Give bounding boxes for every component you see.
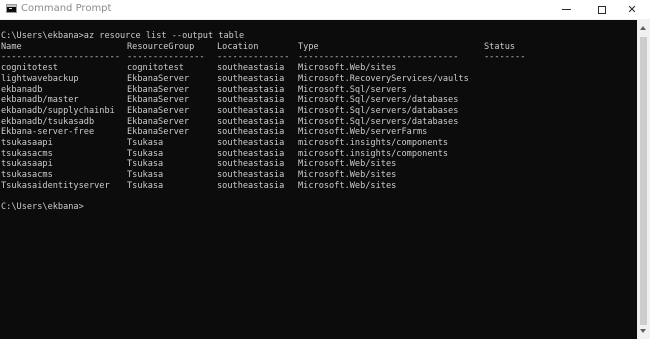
- row-type: microsoft.insights/components: [298, 148, 449, 159]
- console-output[interactable]: C:\Users\ekbana>az resource list --outpu…: [0, 20, 637, 339]
- table-header: Name ResourceGroup Location Type Status: [1, 41, 515, 53]
- table-row: ekbanadb/tsukasadb EkbanaServer southeas…: [1, 117, 458, 128]
- row-resource-group: EkbanaServer: [127, 73, 190, 84]
- row-resource-group: Tsukasa: [127, 159, 164, 170]
- row-resource-group: EkbanaServer: [127, 105, 190, 116]
- header-name: Name: [1, 41, 22, 52]
- header-type: Type: [298, 41, 319, 52]
- row-type: Microsoft.RecoveryServices/vaults: [298, 73, 469, 84]
- close-icon: ✕: [627, 3, 637, 16]
- table-row: Tsukasaidentityserver Tsukasa southeasta…: [1, 181, 396, 192]
- title-bar: Command Prompt ✕: [0, 0, 650, 20]
- maximize-icon: [598, 5, 606, 14]
- vertical-scrollbar[interactable]: [637, 20, 650, 339]
- table-row: tsukasacms Tsukasa southeastasia microso…: [1, 149, 448, 160]
- row-location: southeastasia: [217, 84, 285, 95]
- table-row: lightwavebackup EkbanaServer southeastas…: [1, 74, 469, 85]
- table-row: tsukasacms Tsukasa southeastasia Microso…: [1, 170, 396, 181]
- row-resource-group: EkbanaServer: [127, 127, 190, 138]
- row-name: lightwavebackup: [1, 73, 79, 84]
- row-resource-group: Tsukasa: [127, 170, 164, 181]
- row-name: tsukasacms: [1, 148, 53, 159]
- command-prompt[interactable]: C:\Users\ekbana>: [1, 202, 84, 213]
- row-location: southeastasia: [217, 116, 285, 127]
- row-resource-group: EkbanaServer: [127, 84, 190, 95]
- separator-name: -----------------------: [1, 52, 120, 63]
- scroll-up-icon[interactable]: [640, 26, 646, 30]
- row-location: southeastasia: [217, 95, 285, 106]
- table-row: cognitotest cognitotest southeastasia Mi…: [1, 63, 396, 74]
- row-location: southeastasia: [217, 159, 285, 170]
- row-type: Microsoft.Web/sites: [298, 63, 397, 74]
- header-status: Status: [484, 41, 516, 52]
- row-location: southeastasia: [217, 170, 285, 181]
- table-row: ekbanadb/supplychainbi EkbanaServer sout…: [1, 106, 458, 117]
- row-name: tsukasaapi: [1, 159, 53, 170]
- row-type: Microsoft.Web/sites: [298, 170, 397, 181]
- minimize-icon: [561, 9, 571, 10]
- row-location: southeastasia: [217, 73, 285, 84]
- cmd-icon: [6, 4, 17, 13]
- table-row: tsukasaapi Tsukasa southeastasia microso…: [1, 138, 448, 149]
- row-type: Microsoft.Web/serverFarms: [298, 127, 428, 138]
- row-type: Microsoft.Web/sites: [298, 159, 397, 170]
- separator-type: -------------------------------: [298, 52, 459, 63]
- row-name: cognitotest: [1, 63, 58, 74]
- row-location: southeastasia: [217, 127, 285, 138]
- row-name: tsukasacms: [1, 170, 53, 181]
- row-name: ekbanadb: [1, 84, 43, 95]
- separator-status: --------: [484, 52, 526, 63]
- row-location: southeastasia: [217, 63, 285, 74]
- row-resource-group: Tsukasa: [127, 148, 164, 159]
- row-name: Tsukasaidentityserver: [1, 180, 110, 191]
- row-name: ekbanadb/master: [1, 95, 79, 106]
- row-type: Microsoft.Sql/servers/databases: [298, 105, 459, 116]
- row-name: ekbanadb/supplychainbi: [1, 105, 115, 116]
- row-name: tsukasaapi: [1, 138, 53, 148]
- table-separator: ----------------------- --------------- …: [1, 52, 525, 63]
- header-resource-group: ResourceGroup: [127, 41, 195, 52]
- row-resource-group: cognitotest: [127, 63, 184, 74]
- row-type: Microsoft.Web/sites: [298, 180, 397, 191]
- table-row: tsukasaapi Tsukasa southeastasia Microso…: [1, 159, 396, 170]
- row-resource-group: EkbanaServer: [127, 95, 190, 106]
- row-location: southeastasia: [217, 148, 285, 159]
- row-type: microsoft.insights/components: [298, 138, 449, 148]
- separator-resource-group: ---------------: [127, 52, 205, 63]
- header-location: Location: [217, 41, 259, 52]
- row-location: southeastasia: [217, 138, 285, 148]
- scrollbar-thumb[interactable]: [640, 37, 647, 325]
- row-type: Microsoft.Sql/servers: [298, 84, 407, 95]
- close-button[interactable]: ✕: [614, 0, 650, 19]
- table-row: Ekbana-server-free EkbanaServer southeas…: [1, 127, 427, 138]
- row-type: Microsoft.Sql/servers/databases: [298, 116, 459, 127]
- row-type: Microsoft.Sql/servers/databases: [298, 95, 459, 106]
- row-resource-group: EkbanaServer: [127, 116, 190, 127]
- row-location: southeastasia: [217, 105, 285, 116]
- command-line: C:\Users\ekbana>az resource list --outpu…: [1, 31, 245, 41]
- scroll-down-icon[interactable]: [640, 329, 646, 333]
- row-resource-group: Tsukasa: [127, 180, 164, 191]
- minimize-button[interactable]: [548, 0, 584, 19]
- row-resource-group: Tsukasa: [127, 138, 164, 148]
- row-location: southeastasia: [217, 180, 285, 191]
- row-name: Ekbana-server-free: [1, 127, 95, 138]
- table-row: ekbanadb/master EkbanaServer southeastas…: [1, 95, 458, 106]
- row-name: ekbanadb/tsukasadb: [1, 116, 95, 127]
- separator-location: --------------: [217, 52, 290, 63]
- table-row: ekbanadb EkbanaServer southeastasia Micr…: [1, 85, 407, 96]
- window-title: Command Prompt: [21, 3, 112, 14]
